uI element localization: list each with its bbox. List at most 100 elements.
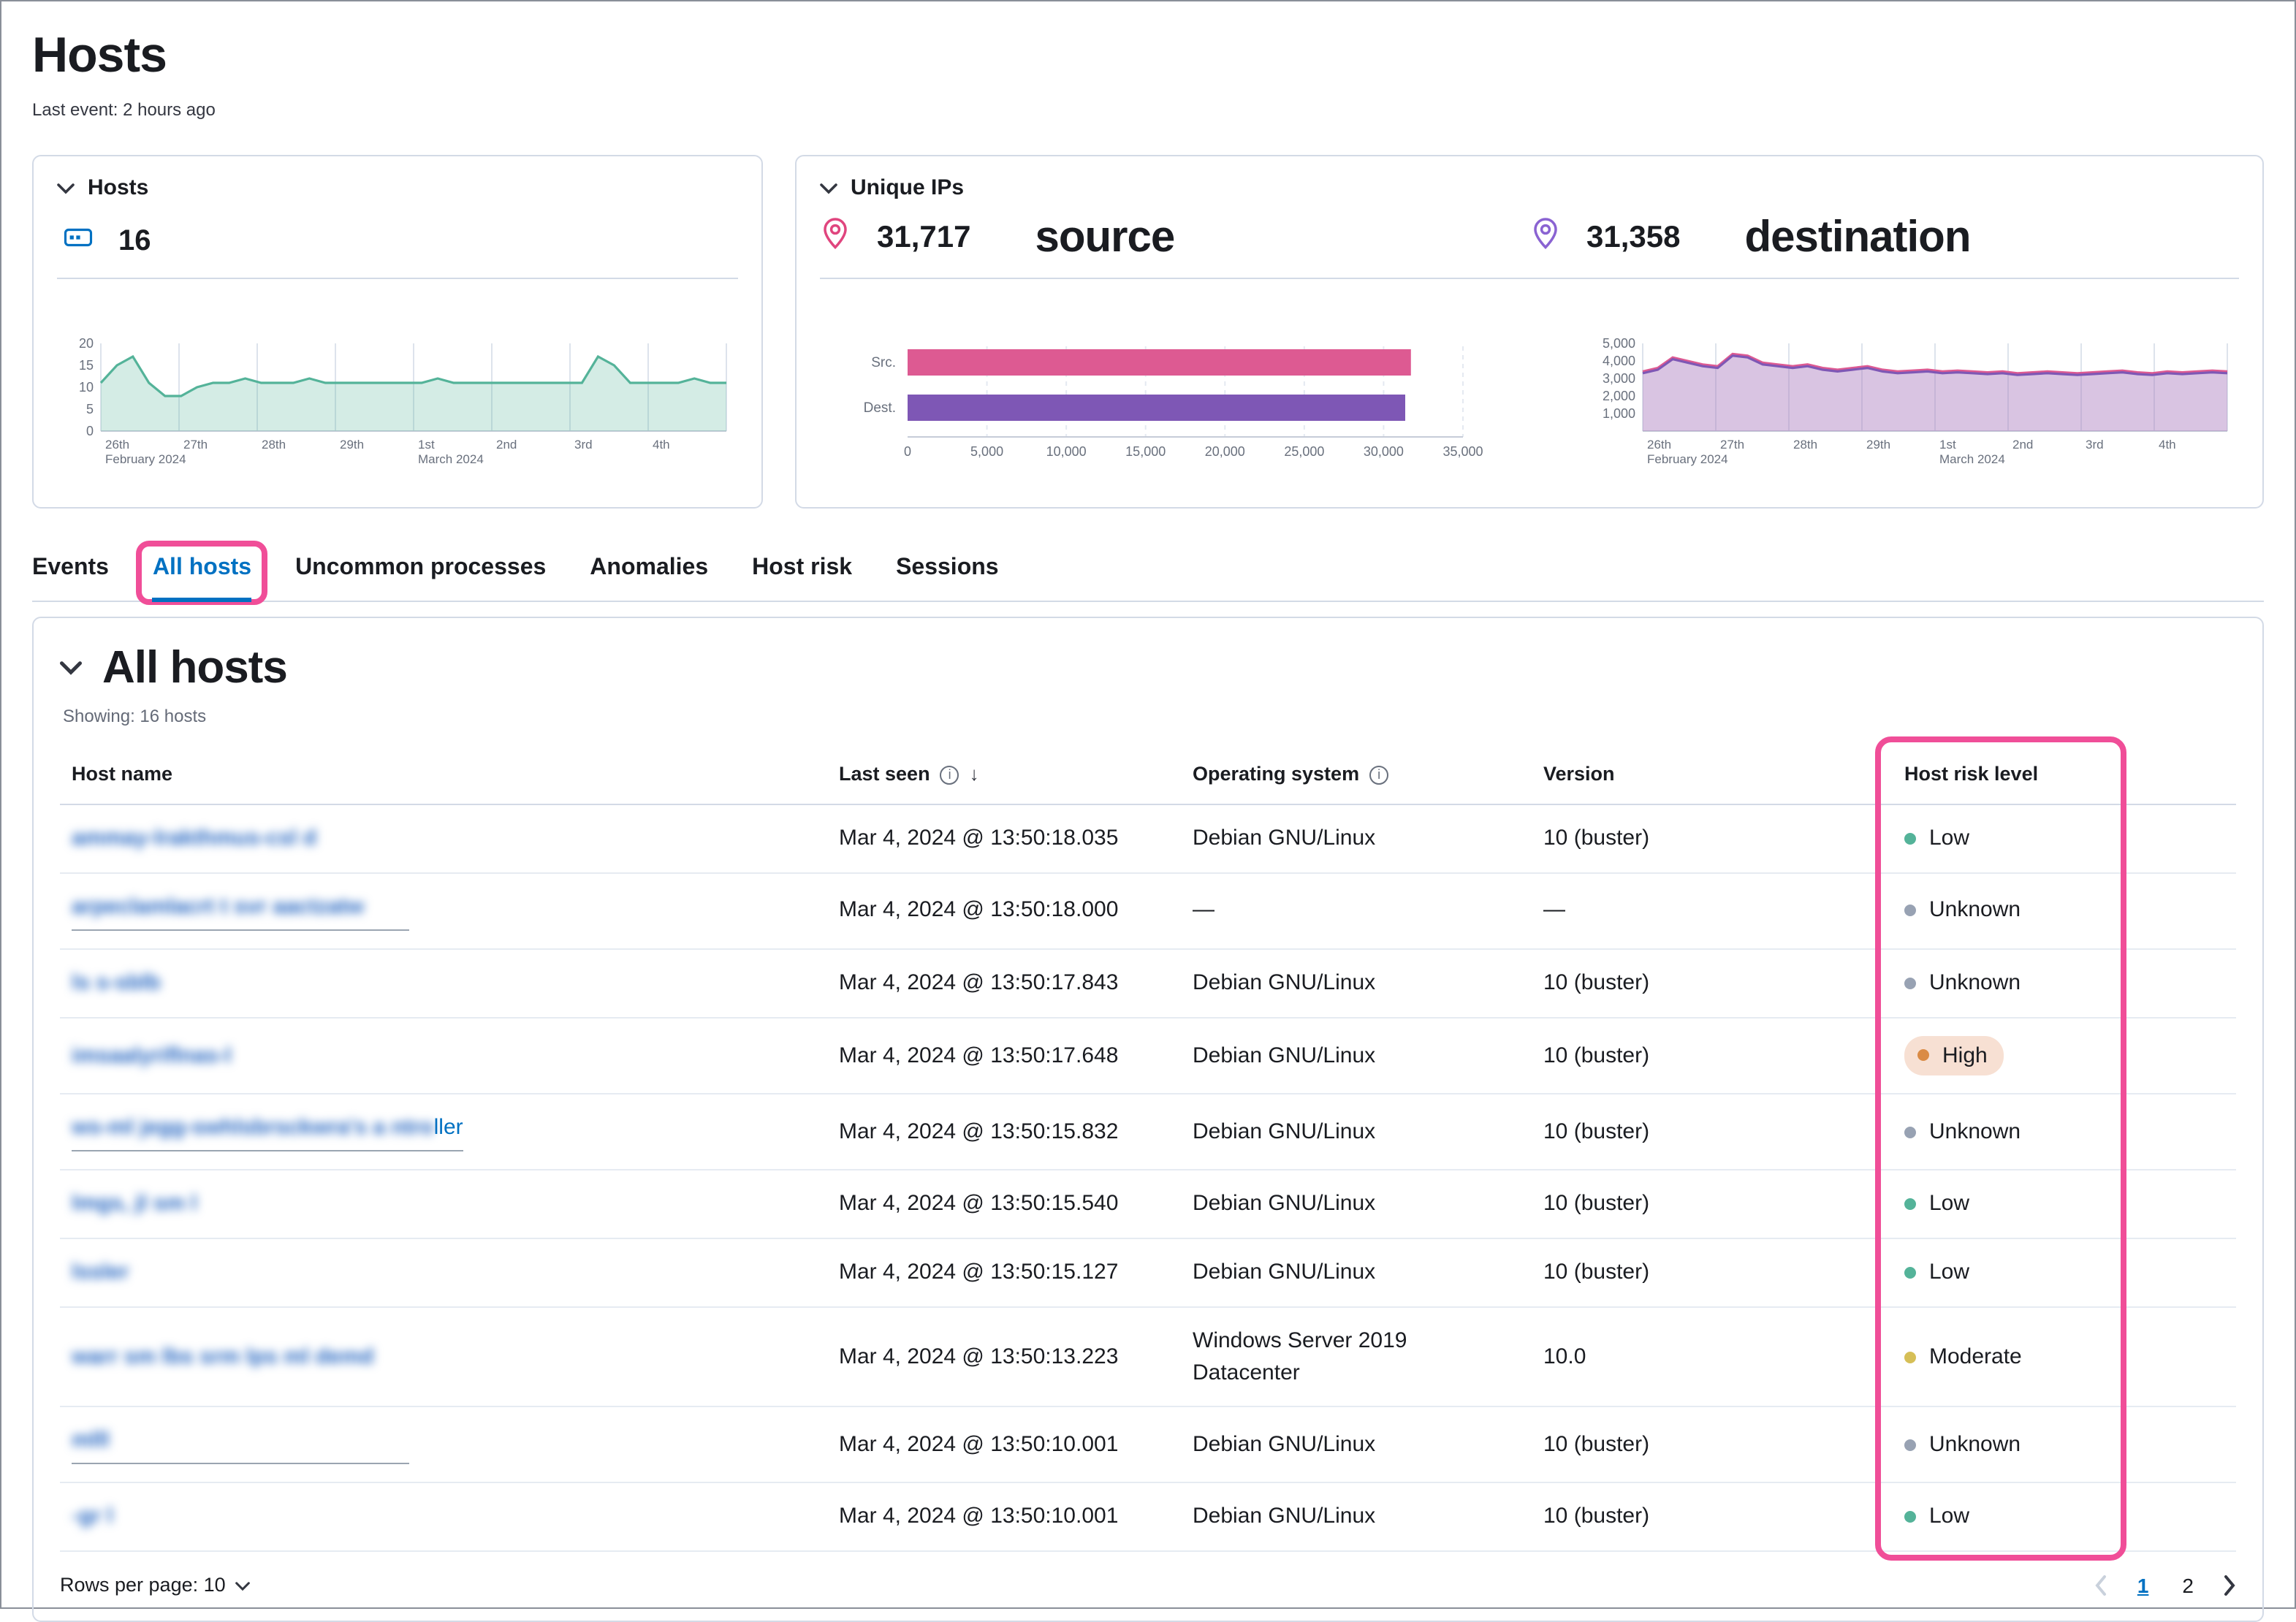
svg-text:March 2024: March 2024 (418, 452, 484, 466)
host-risk-cell: Low (1893, 1238, 2236, 1308)
host-name-cell: imsaalyriflnas-l (60, 1017, 827, 1095)
svg-text:28th: 28th (1793, 438, 1817, 452)
os-cell: Debian GNU/Linux (1181, 1482, 1532, 1552)
svg-text:Dest.: Dest. (864, 400, 896, 416)
host-risk-cell: Moderate (1893, 1306, 2236, 1408)
host-name-suffix[interactable]: ller (434, 1116, 463, 1141)
version-cell: 10 (buster) (1532, 804, 1893, 874)
unique-ips-panel-title: Unique IPs (851, 175, 965, 200)
risk-badge: Low (1904, 1257, 1969, 1289)
host-risk-cell: High (1893, 1017, 2236, 1095)
previous-page-button[interactable] (2095, 1575, 2108, 1596)
host-risk-cell: Unknown (1893, 1406, 2236, 1483)
column-label: Version (1543, 763, 1615, 785)
page-number-1[interactable]: 1 (2133, 1571, 2154, 1600)
risk-label: Low (1929, 1504, 1970, 1529)
svg-text:15,000: 15,000 (1125, 444, 1166, 459)
version-cell: 10 (buster) (1532, 1017, 1893, 1095)
column-header-host-risk-level[interactable]: Host risk level (1893, 744, 2236, 805)
svg-text:0: 0 (904, 444, 911, 459)
table-row: arpeclamlacrt t svr aactzatw Mar 4, 2024 … (60, 872, 2236, 950)
tab-host-risk[interactable]: Host risk (752, 547, 852, 601)
risk-badge: Unknown (1904, 1116, 2021, 1149)
host-name-link[interactable]: mlll (72, 1428, 110, 1453)
risk-dot (1917, 1049, 1929, 1062)
svg-text:27th: 27th (1720, 438, 1744, 452)
tab-anomalies[interactable]: Anomalies (590, 547, 708, 601)
os-cell: Debian GNU/Linux (1181, 1094, 1532, 1170)
last-seen-cell: Mar 4, 2024 @ 13:50:15.127 (827, 1238, 1181, 1308)
collapse-chevron-icon[interactable] (820, 182, 837, 194)
column-header-version[interactable]: Version (1532, 744, 1893, 805)
svg-text:10,000: 10,000 (1046, 444, 1087, 459)
all-hosts-table: Host name Last seen i ↓ Operating system i Ver… (60, 744, 2236, 1552)
next-page-button[interactable] (2223, 1575, 2236, 1596)
svg-text:3rd: 3rd (2086, 438, 2104, 452)
hosts-count: 16 (118, 224, 151, 256)
os-cell: Windows Server 2019 Datacenter (1181, 1306, 1532, 1408)
host-name-link[interactable]: warr sm lbs srm lps ml demd (72, 1344, 374, 1368)
tab-all-hosts[interactable]: All hosts (136, 541, 268, 605)
svg-text:3,000: 3,000 (1603, 371, 1635, 386)
risk-dot (1904, 833, 1916, 845)
collapse-chevron-icon[interactable] (57, 182, 75, 194)
risk-badge: Low (1904, 823, 1969, 855)
unique-ips-area-chart: 1,000 2,000 3,000 4,000 5,000 26thFebruary 20… (1603, 336, 2228, 466)
hosts-kpi-panel: Hosts 16 0 5 10 15 20 26th February 2024 27th 28… (32, 155, 763, 509)
table-row: lmgs, jl sm l Mar 4, 2024 @ 13:50:15.540 D… (60, 1170, 2236, 1239)
source-pin-icon (820, 216, 851, 260)
risk-label: Low (1929, 1191, 1970, 1216)
risk-dot (1904, 1126, 1916, 1138)
rows-per-page-label: Rows per page: 10 (60, 1574, 226, 1596)
last-seen-cell: Mar 4, 2024 @ 13:50:18.000 (827, 872, 1181, 950)
version-cell: 10 (buster) (1532, 1094, 1893, 1170)
svg-text:Src.: Src. (871, 355, 896, 370)
host-name-link[interactable]: ls s-sblb (72, 970, 161, 994)
svg-text:25,000: 25,000 (1284, 444, 1324, 459)
collapse-chevron-icon[interactable] (60, 660, 82, 675)
host-name-link[interactable]: -gr l (72, 1504, 113, 1528)
svg-text:4,000: 4,000 (1603, 354, 1635, 368)
all-hosts-table-wrap: Host name Last seen i ↓ Operating system i Ver… (60, 736, 2236, 1561)
host-name-cell: ammay-lrakthmus-csl d (60, 804, 827, 874)
risk-dot (1904, 905, 1916, 917)
svg-text:5: 5 (86, 402, 94, 416)
tab-uncommon-processes[interactable]: Uncommon processes (295, 547, 546, 601)
tab-sessions[interactable]: Sessions (896, 547, 999, 601)
svg-text:1,000: 1,000 (1603, 406, 1635, 421)
tab-events[interactable]: Events (32, 547, 109, 601)
os-cell: Debian GNU/Linux (1181, 1406, 1532, 1483)
column-label: Last seen (839, 763, 930, 785)
host-name-link[interactable]: arpeclamlacrt t svr aactzatw (72, 894, 364, 919)
svg-text:26th: 26th (1647, 438, 1671, 452)
showing-count-text: Showing: 16 hosts (63, 706, 207, 726)
redacted-host-name: ls s-sblb (72, 970, 161, 994)
page-number-2[interactable]: 2 (2178, 1571, 2198, 1600)
unique-ips-bar-chart: 0 5,000 10,000 15,000 20,000 25,000 30,000 35,0… (864, 346, 1483, 459)
redacted-host-name: lssler (72, 1260, 129, 1284)
risk-badge: Unknown (1904, 895, 2021, 927)
risk-label: Moderate (1929, 1344, 2022, 1369)
rows-per-page-button[interactable]: Rows per page: 10 (60, 1575, 251, 1596)
column-header-last-seen[interactable]: Last seen i ↓ (827, 744, 1181, 805)
host-name-link[interactable]: lmgs, jl sm l (72, 1191, 197, 1216)
os-cell: Debian GNU/Linux (1181, 948, 1532, 1018)
last-seen-cell: Mar 4, 2024 @ 13:50:17.843 (827, 948, 1181, 1018)
svg-text:20,000: 20,000 (1205, 444, 1245, 459)
host-name-link[interactable]: imsaalyriflnas-l (72, 1043, 231, 1067)
host-name-link[interactable]: lssler (72, 1260, 129, 1284)
host-risk-cell: Low (1893, 1170, 2236, 1239)
destination-ips-count: 31,358 (1586, 221, 1681, 254)
column-header-host-name[interactable]: Host name (60, 744, 827, 805)
column-header-operating-system[interactable]: Operating system i (1181, 744, 1532, 805)
risk-badge: Unknown (1904, 967, 2021, 1000)
risk-badge: Low (1904, 1188, 1969, 1220)
host-name-cell: mlll (60, 1406, 827, 1483)
host-name-link[interactable]: ws-ml jegg-swhlsbrsckwra's a ntro (72, 1116, 434, 1141)
info-icon: i (940, 765, 959, 784)
version-cell: 10 (buster) (1532, 1482, 1893, 1552)
risk-label: Unknown (1929, 1119, 2021, 1144)
host-name-link[interactable]: ammay-lrakthmus-csl d (72, 826, 316, 850)
hosts-panel-title: Hosts (88, 175, 149, 200)
source-label: source (1035, 213, 1175, 262)
